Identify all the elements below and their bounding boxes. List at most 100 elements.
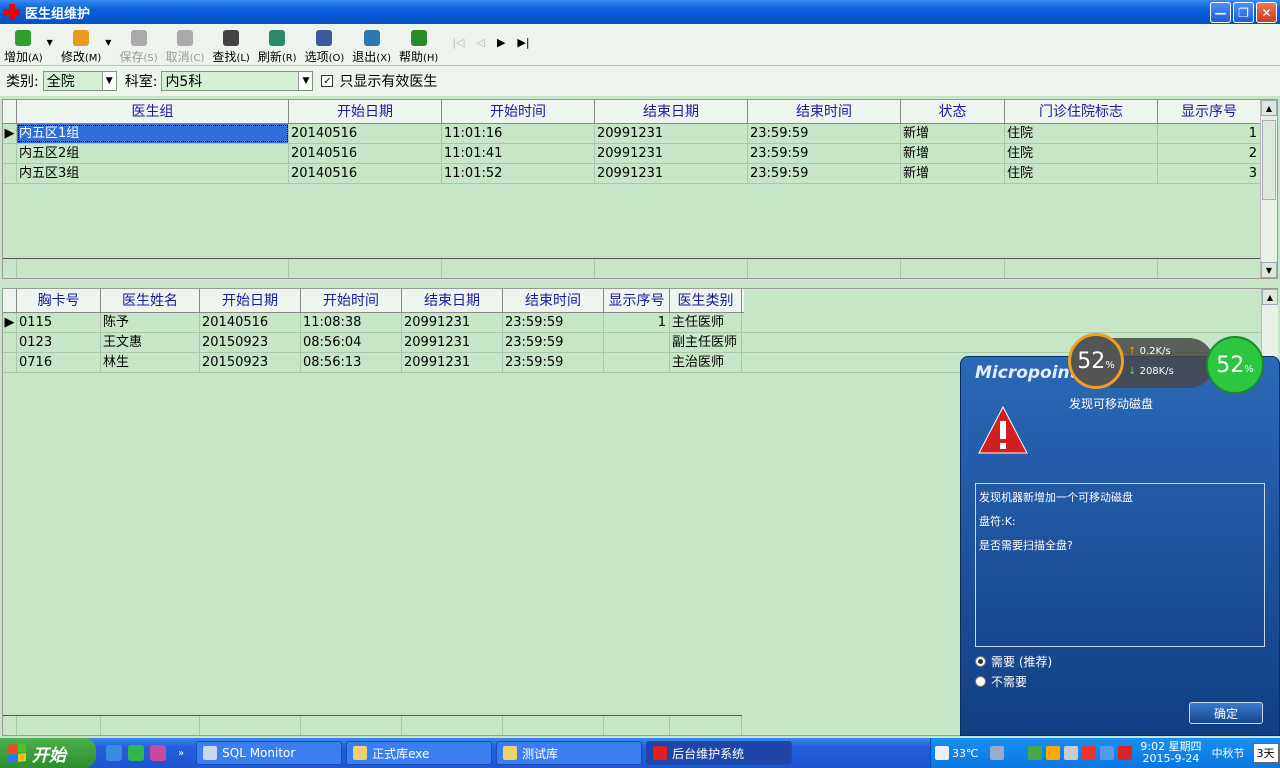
chevron-down-icon[interactable]: ▼ xyxy=(101,72,116,90)
tray-sound-icon[interactable] xyxy=(1064,746,1079,760)
tray-disk-icon[interactable] xyxy=(1046,746,1061,760)
column-header[interactable]: 状态 xyxy=(901,100,1005,123)
column-header[interactable]: 显示序号 xyxy=(604,289,670,312)
table-cell[interactable]: 20991231 xyxy=(595,144,748,163)
column-header[interactable]: 医生类别 xyxy=(670,289,742,312)
table-cell[interactable]: 23:59:59 xyxy=(748,124,901,143)
table-cell[interactable]: 陈予 xyxy=(101,313,200,332)
table-row[interactable]: ▶ 0115 陈予 20140516 11:08:38 20991231 23:59:59 1… xyxy=(3,313,1278,333)
quick-launch-more-icon[interactable]: » xyxy=(178,748,184,759)
table-cell[interactable]: 23:59:59 xyxy=(503,313,604,332)
table-cell[interactable]: 20140516 xyxy=(289,124,442,143)
column-header[interactable]: 医生组 xyxy=(17,100,289,123)
app-icon[interactable] xyxy=(150,745,166,761)
restore-button[interactable]: ❐ xyxy=(1233,2,1254,23)
table-cell[interactable]: 11:01:41 xyxy=(442,144,595,163)
table-cell[interactable]: 0716 xyxy=(17,353,101,372)
column-header[interactable]: 胸卡号 xyxy=(17,289,101,312)
column-header[interactable]: 结束日期 xyxy=(402,289,503,312)
table-cell[interactable]: 20991231 xyxy=(402,353,503,372)
radio-icon[interactable] xyxy=(975,676,986,687)
table-cell[interactable]: 主治医师 xyxy=(670,353,742,372)
minimize-button[interactable]: — xyxy=(1210,2,1231,23)
category-select[interactable]: 全院 ▼ xyxy=(42,71,117,91)
tray-shield-icon[interactable] xyxy=(1028,746,1043,760)
table-cell[interactable] xyxy=(604,353,670,372)
column-header[interactable]: 门诊住院标志 xyxy=(1005,100,1158,123)
table-cell[interactable]: 副主任医师 xyxy=(670,333,742,352)
column-header[interactable]: 开始日期 xyxy=(289,100,442,123)
edit-button[interactable]: 修改(M) xyxy=(61,24,101,65)
table-cell[interactable]: 1 xyxy=(604,313,670,332)
scroll-up-icon[interactable]: ▲ xyxy=(1261,100,1277,116)
table-cell[interactable]: 3 xyxy=(1158,164,1261,183)
column-header[interactable]: 开始时间 xyxy=(442,100,595,123)
table-cell[interactable]: 20991231 xyxy=(402,333,503,352)
table-cell[interactable]: 11:01:16 xyxy=(442,124,595,143)
table-cell[interactable]: 王文惠 xyxy=(101,333,200,352)
column-header[interactable]: 医生姓名 xyxy=(101,289,200,312)
table-cell[interactable]: 23:59:59 xyxy=(503,353,604,372)
scan-yes-radio[interactable]: 需要 (推荐) xyxy=(975,653,1052,670)
table-cell[interactable]: 08:56:04 xyxy=(301,333,402,352)
options-button[interactable]: 选项(O) xyxy=(305,24,344,65)
table-cell[interactable]: 内五区1组 xyxy=(17,124,289,143)
ie-icon[interactable] xyxy=(106,745,122,761)
scroll-up-icon[interactable]: ▲ xyxy=(1262,289,1278,305)
ok-button[interactable]: 确定 xyxy=(1189,702,1263,724)
tray-app-icon[interactable] xyxy=(990,746,1005,760)
table-cell[interactable]: 主任医师 xyxy=(670,313,742,332)
table-cell[interactable]: 1 xyxy=(1158,124,1261,143)
taskbar-button[interactable]: 后台维护系统 xyxy=(646,741,793,765)
close-button[interactable]: ✕ xyxy=(1256,2,1277,23)
help-button[interactable]: 帮助(H) xyxy=(399,24,438,65)
table-cell[interactable]: 11:08:38 xyxy=(301,313,402,332)
last-record-icon[interactable]: ▶| xyxy=(517,36,529,49)
table-cell[interactable]: 0115 xyxy=(17,313,101,332)
column-header[interactable]: 结束时间 xyxy=(748,100,901,123)
radio-selected-icon[interactable] xyxy=(975,656,986,667)
table-cell[interactable]: 08:56:13 xyxy=(301,353,402,372)
column-header[interactable]: 开始日期 xyxy=(200,289,301,312)
chevron-down-icon[interactable]: ▼ xyxy=(298,72,313,90)
table-cell[interactable]: 23:59:59 xyxy=(748,164,901,183)
scan-no-radio[interactable]: 不需要 xyxy=(975,673,1027,690)
table-cell[interactable]: 林生 xyxy=(101,353,200,372)
column-header[interactable]: 显示序号 xyxy=(1158,100,1261,123)
column-header[interactable]: 结束日期 xyxy=(595,100,748,123)
table-cell[interactable]: 内五区3组 xyxy=(17,164,289,183)
tray-stop-icon[interactable] xyxy=(1118,746,1133,760)
group-grid-scrollbar[interactable]: ▲ ▼ xyxy=(1260,100,1277,278)
table-row[interactable]: 内五区3组 20140516 11:01:52 20991231 23:59:59 新增住… xyxy=(3,164,1277,184)
table-cell[interactable]: 新增 xyxy=(901,144,1005,163)
weather-icon[interactable] xyxy=(935,746,949,760)
taskbar-button[interactable]: 测试库 xyxy=(496,741,643,765)
start-button[interactable]: 开始 xyxy=(0,738,96,768)
exit-button[interactable]: 退出(X) xyxy=(352,24,391,65)
table-cell[interactable]: 20140516 xyxy=(200,313,301,332)
dept-select[interactable]: 内5科 ▼ xyxy=(161,71,314,91)
group-grid[interactable]: 医生组 开始日期 开始时间 结束日期 结束时间 状态 门诊住院标志 显示序号 ▶ 内五区1组 20… xyxy=(2,99,1278,279)
table-cell[interactable]: 20140516 xyxy=(289,164,442,183)
chevron-down-icon[interactable]: ▼ xyxy=(47,38,53,47)
browser-icon[interactable] xyxy=(128,745,144,761)
table-cell[interactable]: 住院 xyxy=(1005,144,1158,163)
table-cell[interactable]: 0123 xyxy=(17,333,101,352)
table-cell[interactable]: 20140516 xyxy=(289,144,442,163)
table-cell[interactable]: 20991231 xyxy=(402,313,503,332)
clock[interactable]: 9:02 星期四 2015-9-24 xyxy=(1140,741,1201,765)
table-cell[interactable]: 住院 xyxy=(1005,124,1158,143)
taskbar-button[interactable]: 正式库exe xyxy=(346,741,493,765)
table-row[interactable]: 内五区2组 20140516 11:01:41 20991231 23:59:59 新增住… xyxy=(3,144,1277,164)
table-cell[interactable]: 11:01:52 xyxy=(442,164,595,183)
table-cell[interactable] xyxy=(604,333,670,352)
refresh-button[interactable]: 刷新(R) xyxy=(258,24,297,65)
next-record-icon[interactable]: ▶ xyxy=(497,36,505,49)
table-cell[interactable]: 20150923 xyxy=(200,353,301,372)
column-header[interactable]: 结束时间 xyxy=(503,289,604,312)
table-cell[interactable]: 2 xyxy=(1158,144,1261,163)
table-row[interactable]: ▶ 内五区1组 20140516 11:01:16 20991231 23:59:59 新增… xyxy=(3,124,1277,144)
column-header[interactable]: 开始时间 xyxy=(301,289,402,312)
tray-network-icon[interactable] xyxy=(1100,746,1115,760)
valid-doctor-checkbox[interactable]: ✓ xyxy=(321,75,334,87)
